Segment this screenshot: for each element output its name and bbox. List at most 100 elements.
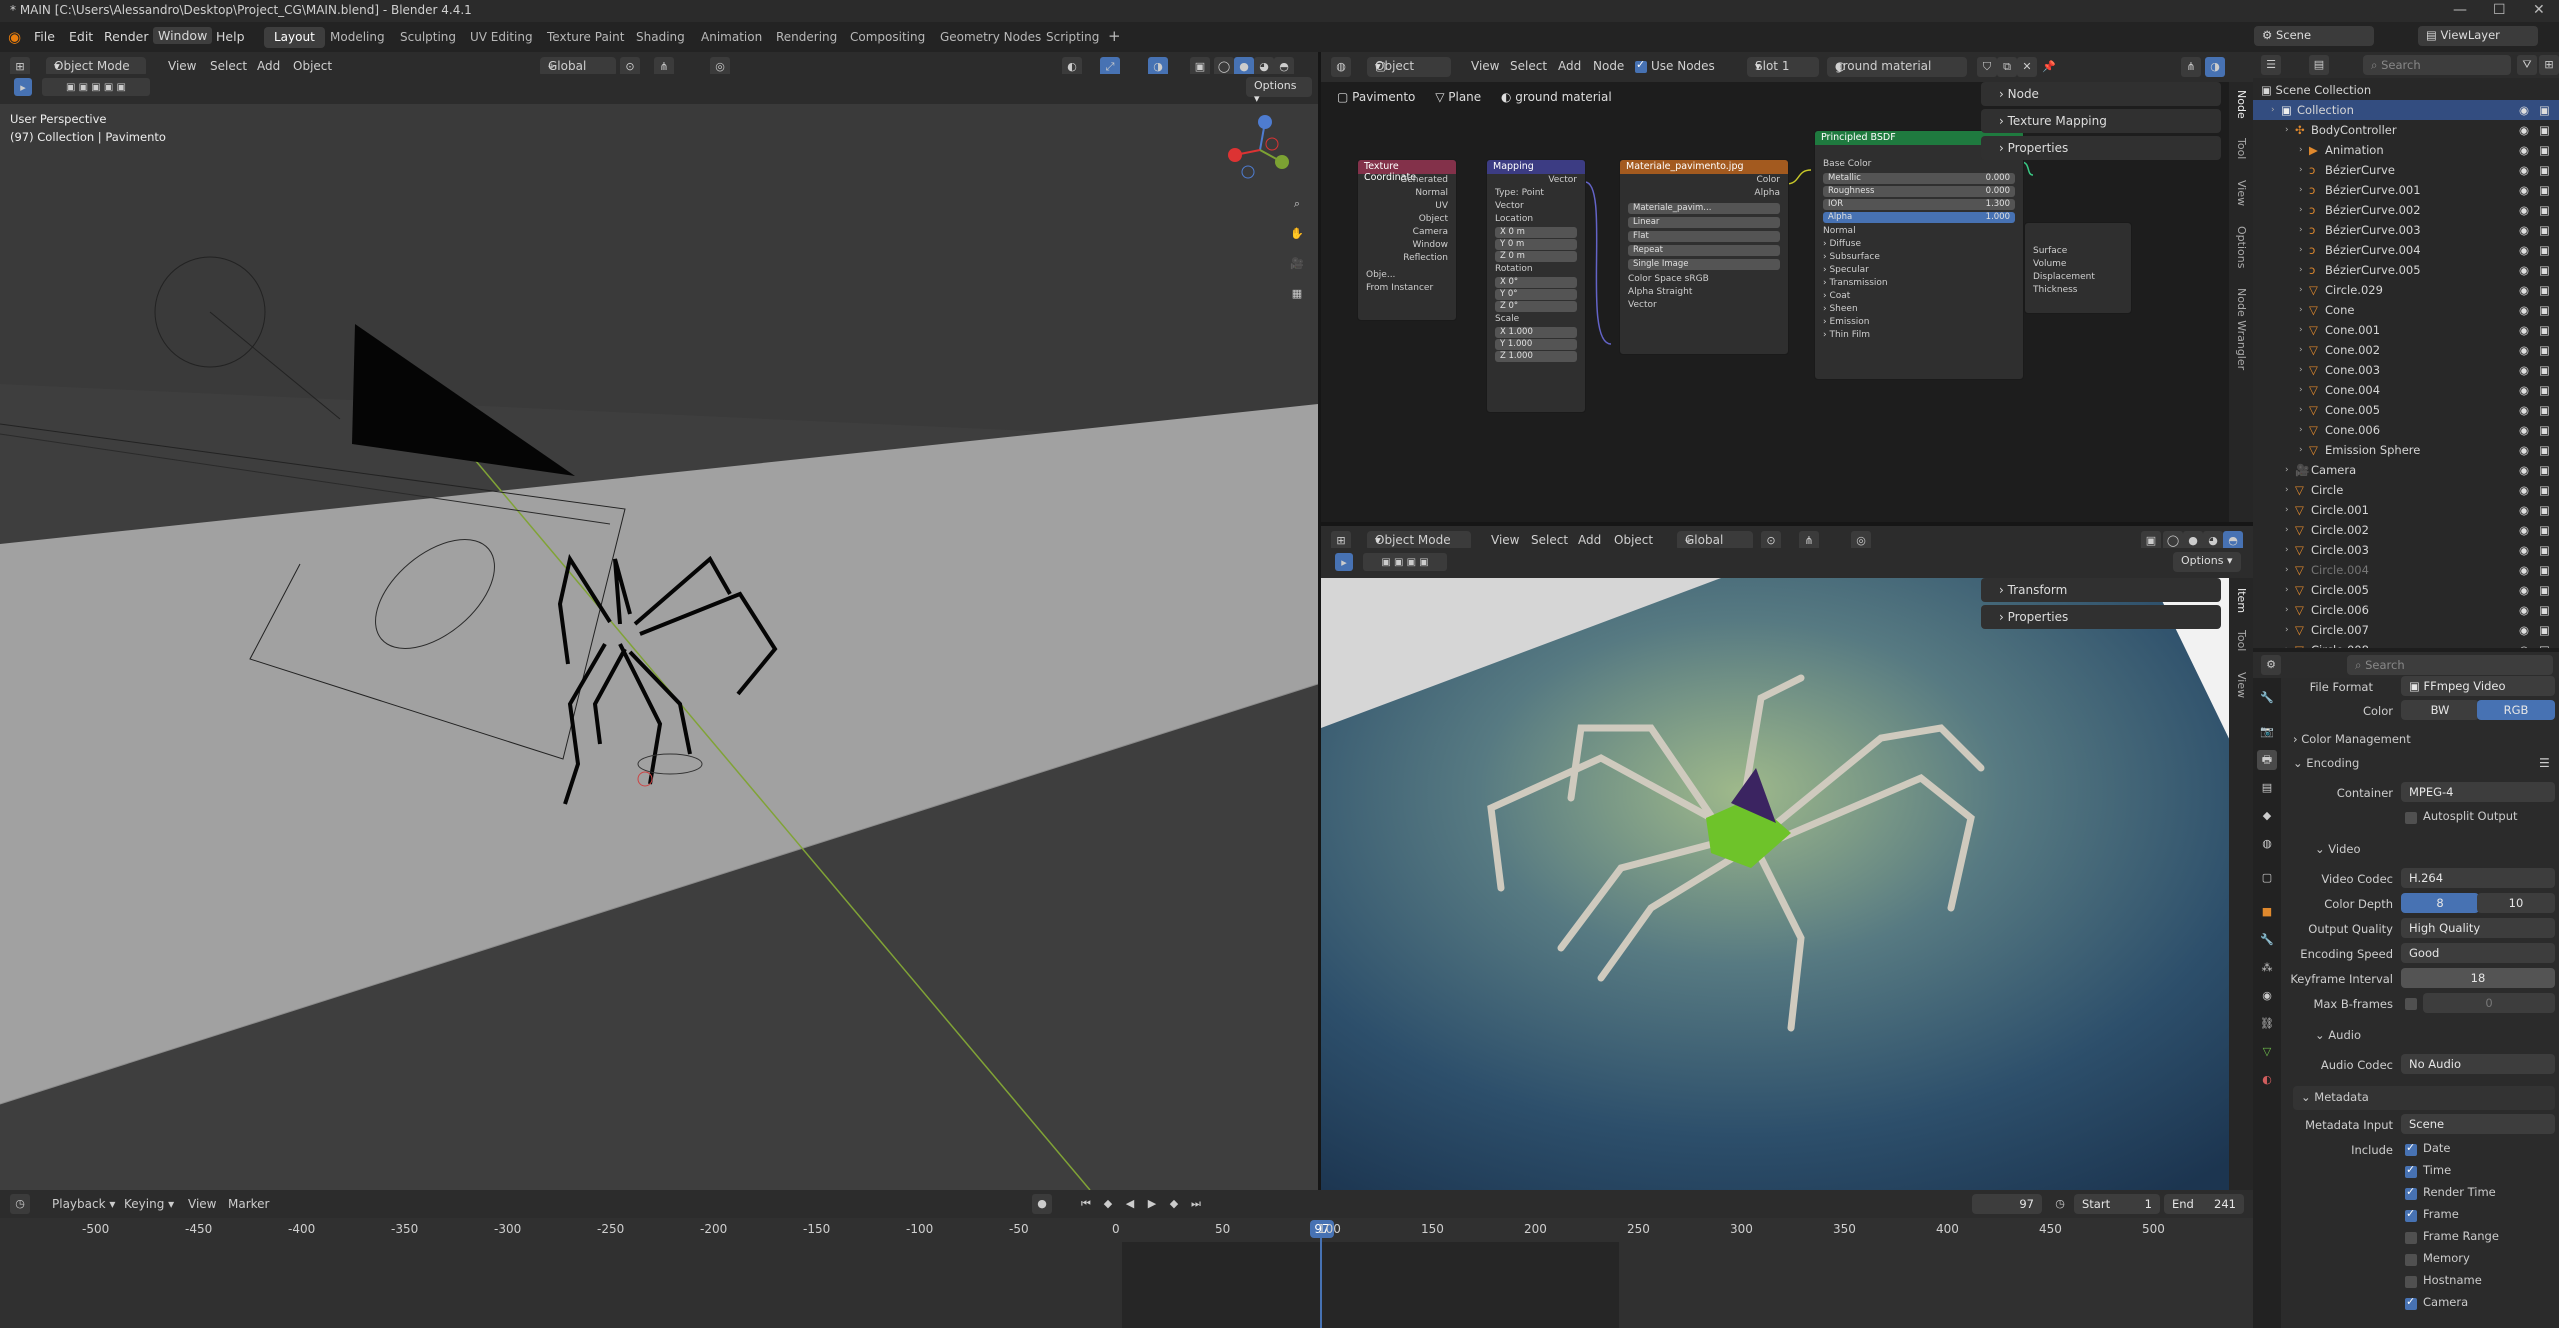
node-menu-node[interactable]: Node (1593, 59, 1624, 73)
bsdf-section[interactable]: › Coat (1815, 290, 2023, 303)
bsdf-roughness-field[interactable]: Roughness 0.000 (1823, 186, 2015, 197)
expand-icon[interactable]: › (2299, 340, 2303, 360)
encoding-speed-dropdown[interactable]: Good (2401, 943, 2555, 963)
new-collection-icon[interactable]: ⊞ (2539, 55, 2559, 75)
max-bframes-field[interactable]: 0 (2423, 993, 2555, 1013)
expand-icon[interactable]: › (2299, 200, 2303, 220)
expand-icon[interactable]: › (2299, 140, 2303, 160)
mapping-rot-y[interactable]: Y 0° (1495, 289, 1577, 300)
file-format-dropdown[interactable]: ▣ FFmpeg Video (2401, 676, 2555, 696)
timeline-menu-playback[interactable]: Playback ▾ (52, 1197, 115, 1211)
collection-tab-icon[interactable]: ▢ (2257, 868, 2277, 888)
mapping-loc-y[interactable]: Y 0 m (1495, 239, 1577, 250)
end-frame-field[interactable]: End 241 (2164, 1194, 2244, 1214)
outliner-item[interactable]: › ▽ Circle ◉ ▣ (2253, 480, 2559, 500)
render-visibility-icon[interactable]: ▣ (2539, 640, 2550, 648)
output-input-surface[interactable]: Surface (2025, 245, 2131, 258)
bsdf-normal[interactable]: Normal (1815, 225, 2023, 238)
visibility-eye-icon[interactable]: ◉ (2519, 480, 2529, 500)
render-visibility-icon[interactable]: ▣ (2539, 160, 2550, 180)
output-input-displacement[interactable]: Displacement (2025, 271, 2131, 284)
panel-properties[interactable]: › Properties (1981, 136, 2221, 160)
image-colorspace-row[interactable]: Color Space sRGB (1620, 273, 1788, 286)
color-management-panel[interactable]: › Color Management (2293, 732, 2411, 746)
outliner-item[interactable]: › ▽ Circle.003 ◉ ▣ (2253, 540, 2559, 560)
expand-icon[interactable]: › (2299, 400, 2303, 420)
visibility-eye-icon[interactable]: ◉ (2519, 500, 2529, 520)
encoding-panel[interactable]: ⌄ Encoding (2293, 756, 2359, 770)
color-bw-button[interactable]: BW (2401, 700, 2479, 720)
expand-icon[interactable]: › (2285, 460, 2289, 480)
include-checkbox[interactable] (2405, 1254, 2417, 1266)
outliner-item[interactable]: › ▽ Cone ◉ ▣ (2253, 300, 2559, 320)
mapping-rot-z[interactable]: Z 0° (1495, 301, 1577, 312)
visibility-eye-icon[interactable]: ◉ (2519, 640, 2529, 648)
render-selection-modes-icon[interactable]: ▣ ▣ ▣ ▣ (1363, 553, 1447, 571)
render-select-tool-icon[interactable]: ▸ (1335, 553, 1353, 571)
tab-layout[interactable]: Layout (264, 27, 325, 48)
video-codec-dropdown[interactable]: H.264 (2401, 868, 2555, 888)
render-visibility-icon[interactable]: ▣ (2539, 460, 2550, 480)
outliner-item[interactable]: › ↄ BézierCurve.003 ◉ ▣ (2253, 220, 2559, 240)
timeline-menu-marker[interactable]: Marker (228, 1197, 269, 1211)
outliner-item[interactable]: › ▽ Circle.006 ◉ ▣ (2253, 600, 2559, 620)
render-visibility-icon[interactable]: ▣ (2539, 520, 2550, 540)
tab-texture-paint[interactable]: Texture Paint (537, 27, 634, 48)
bsdf-section[interactable]: › Sheen (1815, 303, 2023, 316)
vp-menu-view[interactable]: View (168, 59, 196, 73)
include-checkbox[interactable] (2405, 1185, 2417, 1200)
visibility-eye-icon[interactable]: ◉ (2519, 460, 2529, 480)
outliner-item[interactable]: › ▽ Cone.003 ◉ ▣ (2253, 360, 2559, 380)
visibility-eye-icon[interactable]: ◉ (2519, 400, 2529, 420)
tab-scripting[interactable]: Scripting (1036, 27, 1109, 48)
render-options-button[interactable]: Options ▾ (2173, 552, 2241, 572)
material-tab-icon[interactable]: ◐ (2257, 1070, 2277, 1090)
visibility-eye-icon[interactable]: ◉ (2519, 560, 2529, 580)
vtab-options[interactable]: Options (2235, 226, 2248, 268)
ortho-grid-icon[interactable]: ▦ (1287, 284, 1307, 304)
image-extension-dropdown[interactable]: Repeat (1628, 245, 1780, 256)
render-visibility-icon[interactable]: ▣ (2539, 580, 2550, 600)
render-visibility-icon[interactable]: ▣ (2539, 260, 2550, 280)
viewport-render[interactable]: › Transform › Properties Item Tool View (1321, 578, 2253, 1190)
node-editor-type-icon[interactable]: ◍ (1331, 57, 1351, 77)
color-depth-8-button[interactable]: 8 (2401, 893, 2479, 913)
visibility-eye-icon[interactable]: ◉ (2519, 300, 2529, 320)
render-visibility-icon[interactable]: ▣ (2539, 220, 2550, 240)
material-selector[interactable]: ◐ ground material (1827, 57, 1967, 77)
tab-shading[interactable]: Shading (626, 27, 695, 48)
outliner-item[interactable]: › ▽ Cone.006 ◉ ▣ (2253, 420, 2559, 440)
include-checkbox[interactable] (2405, 1163, 2417, 1178)
outliner[interactable]: ☰ ▤ ⌕ Search ⛛ ⊞ ▣ Scene Collection › ▣ Co… (2253, 52, 2559, 648)
current-frame-field[interactable]: 97 (1972, 1194, 2042, 1214)
render-visibility-icon[interactable]: ▣ (2539, 600, 2550, 620)
menu-edit[interactable]: Edit (69, 29, 93, 44)
outliner-item[interactable]: › ✣ BodyController ◉ ▣ (2253, 120, 2559, 140)
play-reverse-icon[interactable]: ◀ (1120, 1194, 1140, 1214)
outliner-item[interactable]: › ▽ Circle.008 ◉ ▣ (2253, 640, 2559, 648)
timeline-menu-keying[interactable]: Keying ▾ (124, 1197, 174, 1211)
include-checkbox[interactable] (2405, 1295, 2417, 1310)
audio-codec-dropdown[interactable]: No Audio (2401, 1054, 2555, 1074)
outliner-item[interactable]: › ▽ Cone.005 ◉ ▣ (2253, 400, 2559, 420)
prev-key-icon[interactable]: ◆ (1098, 1194, 1118, 1214)
vtab-tool[interactable]: Tool (2235, 138, 2248, 159)
expand-icon[interactable]: › (2285, 580, 2289, 600)
render-visibility-icon[interactable]: ▣ (2539, 200, 2550, 220)
zoom-icon[interactable]: ⌕ (1287, 194, 1307, 214)
outliner-item[interactable]: › ▽ Cone.002 ◉ ▣ (2253, 340, 2559, 360)
tex-coord-output[interactable]: Window (1358, 239, 1456, 252)
outliner-root[interactable]: ▣ Scene Collection (2253, 80, 2559, 100)
visibility-eye-icon[interactable]: ◉ (2519, 140, 2529, 160)
outliner-item[interactable]: › ▽ Circle.001 ◉ ▣ (2253, 500, 2559, 520)
outliner-item[interactable]: › 🎥 Camera ◉ ▣ (2253, 460, 2559, 480)
image-interp-dropdown[interactable]: Linear (1628, 217, 1780, 228)
node-image-texture[interactable]: Materiale_pavimento.jpg Color Alpha Mate… (1619, 159, 1789, 355)
render-visibility-icon[interactable]: ▣ (2539, 100, 2550, 120)
fake-user-icon[interactable]: ⛉ (1977, 57, 1997, 77)
mapping-scale-y[interactable]: Y 1.000 (1495, 339, 1577, 350)
particles-tab-icon[interactable]: ⁂ (2257, 958, 2277, 978)
render-menu-object[interactable]: Object (1614, 533, 1653, 547)
physics-tab-icon[interactable]: ◉ (2257, 986, 2277, 1006)
bsdf-section[interactable]: › Diffuse (1815, 238, 2023, 251)
